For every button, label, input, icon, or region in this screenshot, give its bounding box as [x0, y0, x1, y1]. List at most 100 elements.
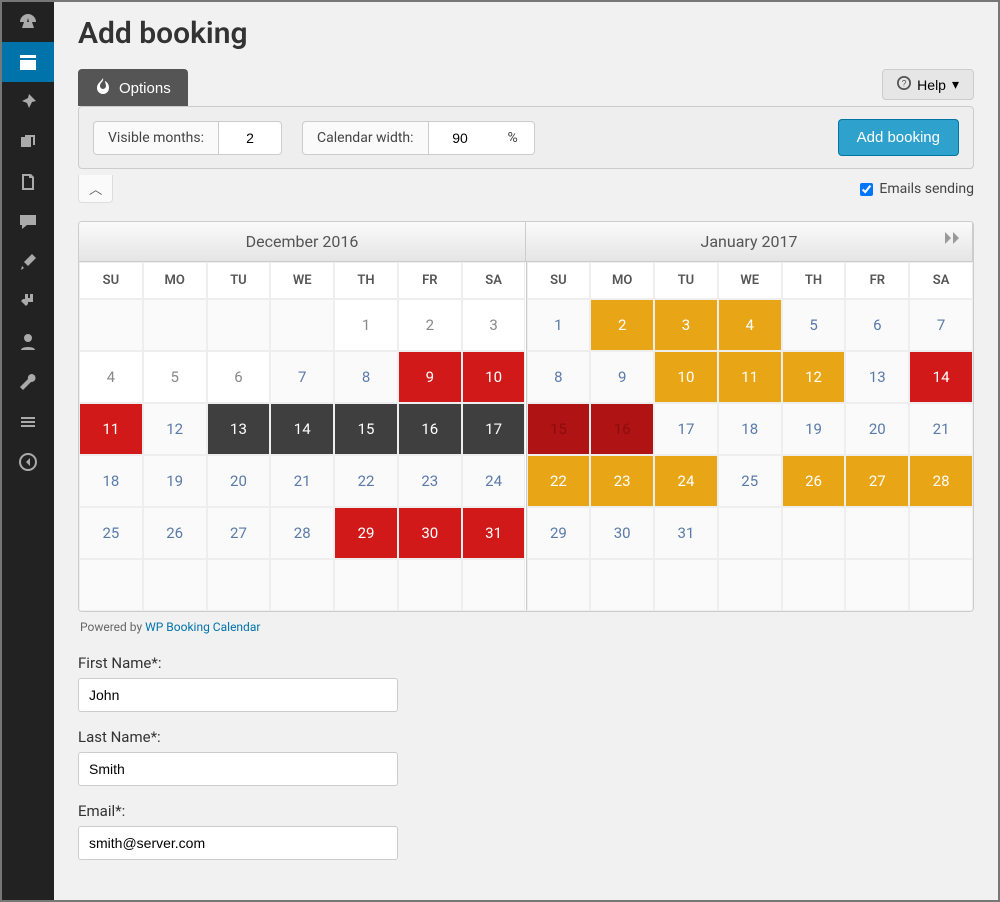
calendar-day[interactable]: 4	[718, 299, 782, 351]
email-input[interactable]	[78, 826, 398, 860]
calendar-day[interactable]: 31	[462, 507, 526, 559]
pages-icon[interactable]	[2, 162, 54, 202]
last-name-input[interactable]	[78, 752, 398, 786]
calendar-day[interactable]: 21	[909, 403, 973, 455]
calendar-day[interactable]: 26	[143, 507, 207, 559]
calendar-day[interactable]: 29	[527, 507, 591, 559]
calendar-day[interactable]: 5	[782, 299, 846, 351]
calendar-day[interactable]: 13	[845, 351, 909, 403]
calendar-day[interactable]: 16	[590, 403, 654, 455]
calendar-day[interactable]: 8	[334, 351, 398, 403]
calendar-day[interactable]: 25	[718, 455, 782, 507]
calendar-day[interactable]: 11	[79, 403, 143, 455]
calendar-width-input[interactable]	[428, 121, 492, 155]
calendar-day[interactable]: 5	[143, 351, 207, 403]
plugins-icon[interactable]	[2, 282, 54, 322]
calendar-month-dec: SUMOTUWETHFRSA12345678910111213141516171…	[79, 262, 527, 611]
calendar-day[interactable]: 19	[782, 403, 846, 455]
calendar-day[interactable]: 14	[909, 351, 973, 403]
calendar-day[interactable]: 12	[782, 351, 846, 403]
calendar-day[interactable]: 17	[654, 403, 718, 455]
month-header-dec: December 2016	[79, 222, 526, 261]
calendar-day	[270, 559, 334, 611]
calendar-day[interactable]: 3	[654, 299, 718, 351]
tools-icon[interactable]	[2, 362, 54, 402]
paintbrush-icon[interactable]	[2, 242, 54, 282]
users-icon[interactable]	[2, 322, 54, 362]
calendar-day[interactable]: 28	[909, 455, 973, 507]
calendar-day	[143, 299, 207, 351]
settings-icon[interactable]	[2, 402, 54, 442]
calendar-day[interactable]: 10	[462, 351, 526, 403]
calendar-day[interactable]: 25	[79, 507, 143, 559]
month-header-jan: January 2017	[526, 222, 973, 261]
calendar-day[interactable]: 9	[398, 351, 462, 403]
calendar-day[interactable]: 6	[207, 351, 271, 403]
calendar-day[interactable]: 1	[527, 299, 591, 351]
calendar-width-unit[interactable]: %	[492, 121, 535, 155]
calendar-day[interactable]: 30	[398, 507, 462, 559]
emails-sending-checkbox[interactable]: Emails sending	[860, 181, 974, 197]
calendar-day[interactable]: 6	[845, 299, 909, 351]
calendar-day[interactable]: 31	[654, 507, 718, 559]
calendar-day	[462, 559, 526, 611]
dashboard-icon[interactable]	[2, 2, 54, 42]
collapse-icon[interactable]	[2, 442, 54, 482]
first-name-input[interactable]	[78, 678, 398, 712]
calendar-day[interactable]: 27	[207, 507, 271, 559]
calendar-day[interactable]: 12	[143, 403, 207, 455]
calendar-day[interactable]: 3	[462, 299, 526, 351]
visible-months-label: Visible months:	[93, 121, 218, 155]
calendar-day[interactable]: 23	[590, 455, 654, 507]
calendar-day[interactable]: 20	[207, 455, 271, 507]
calendar-day[interactable]: 2	[590, 299, 654, 351]
calendar-day[interactable]: 22	[334, 455, 398, 507]
visible-months-input[interactable]	[218, 121, 282, 155]
calendar-day	[334, 559, 398, 611]
powered-by-link[interactable]: WP Booking Calendar	[145, 620, 260, 634]
calendar-day[interactable]: 28	[270, 507, 334, 559]
calendar-day[interactable]: 21	[270, 455, 334, 507]
calendar-day[interactable]: 16	[398, 403, 462, 455]
calendar-day[interactable]: 17	[462, 403, 526, 455]
calendar-day[interactable]: 15	[334, 403, 398, 455]
calendar-day[interactable]: 2	[398, 299, 462, 351]
calendar-day[interactable]: 26	[782, 455, 846, 507]
dow-header: WE	[270, 262, 334, 299]
calendar-day[interactable]: 11	[718, 351, 782, 403]
calendar-day[interactable]: 8	[527, 351, 591, 403]
powered-by: Powered by WP Booking Calendar	[80, 620, 974, 634]
calendar-day[interactable]: 19	[143, 455, 207, 507]
calendar-day[interactable]: 15	[527, 403, 591, 455]
calendar-day[interactable]: 1	[334, 299, 398, 351]
help-button[interactable]: ? Help ▾	[882, 69, 974, 100]
dow-header: WE	[718, 262, 782, 299]
options-tab[interactable]: Options	[78, 69, 188, 106]
calendar-day[interactable]: 24	[654, 455, 718, 507]
calendar-day[interactable]: 7	[909, 299, 973, 351]
calendar-day[interactable]: 23	[398, 455, 462, 507]
calendar-day[interactable]: 22	[527, 455, 591, 507]
calendar-day[interactable]: 14	[270, 403, 334, 455]
calendar-day	[207, 559, 271, 611]
calendar-day[interactable]: 13	[207, 403, 271, 455]
calendar-day[interactable]: 18	[718, 403, 782, 455]
calendar-day[interactable]: 29	[334, 507, 398, 559]
calendar-day[interactable]: 30	[590, 507, 654, 559]
calendar-day[interactable]: 4	[79, 351, 143, 403]
calendar-day[interactable]: 18	[79, 455, 143, 507]
pin-icon[interactable]	[2, 82, 54, 122]
calendar-day[interactable]: 10	[654, 351, 718, 403]
calendar-day[interactable]: 7	[270, 351, 334, 403]
calendar-day[interactable]: 24	[462, 455, 526, 507]
calendar-day[interactable]: 9	[590, 351, 654, 403]
media-icon[interactable]	[2, 122, 54, 162]
calendar-next-button[interactable]	[943, 230, 963, 250]
add-booking-button[interactable]: Add booking	[838, 119, 959, 156]
dow-header: SU	[527, 262, 591, 299]
calendar-day[interactable]: 20	[845, 403, 909, 455]
collapse-panel-button[interactable]: ︿	[78, 175, 113, 203]
comments-icon[interactable]	[2, 202, 54, 242]
calendar-icon[interactable]	[2, 42, 54, 82]
calendar-day[interactable]: 27	[845, 455, 909, 507]
